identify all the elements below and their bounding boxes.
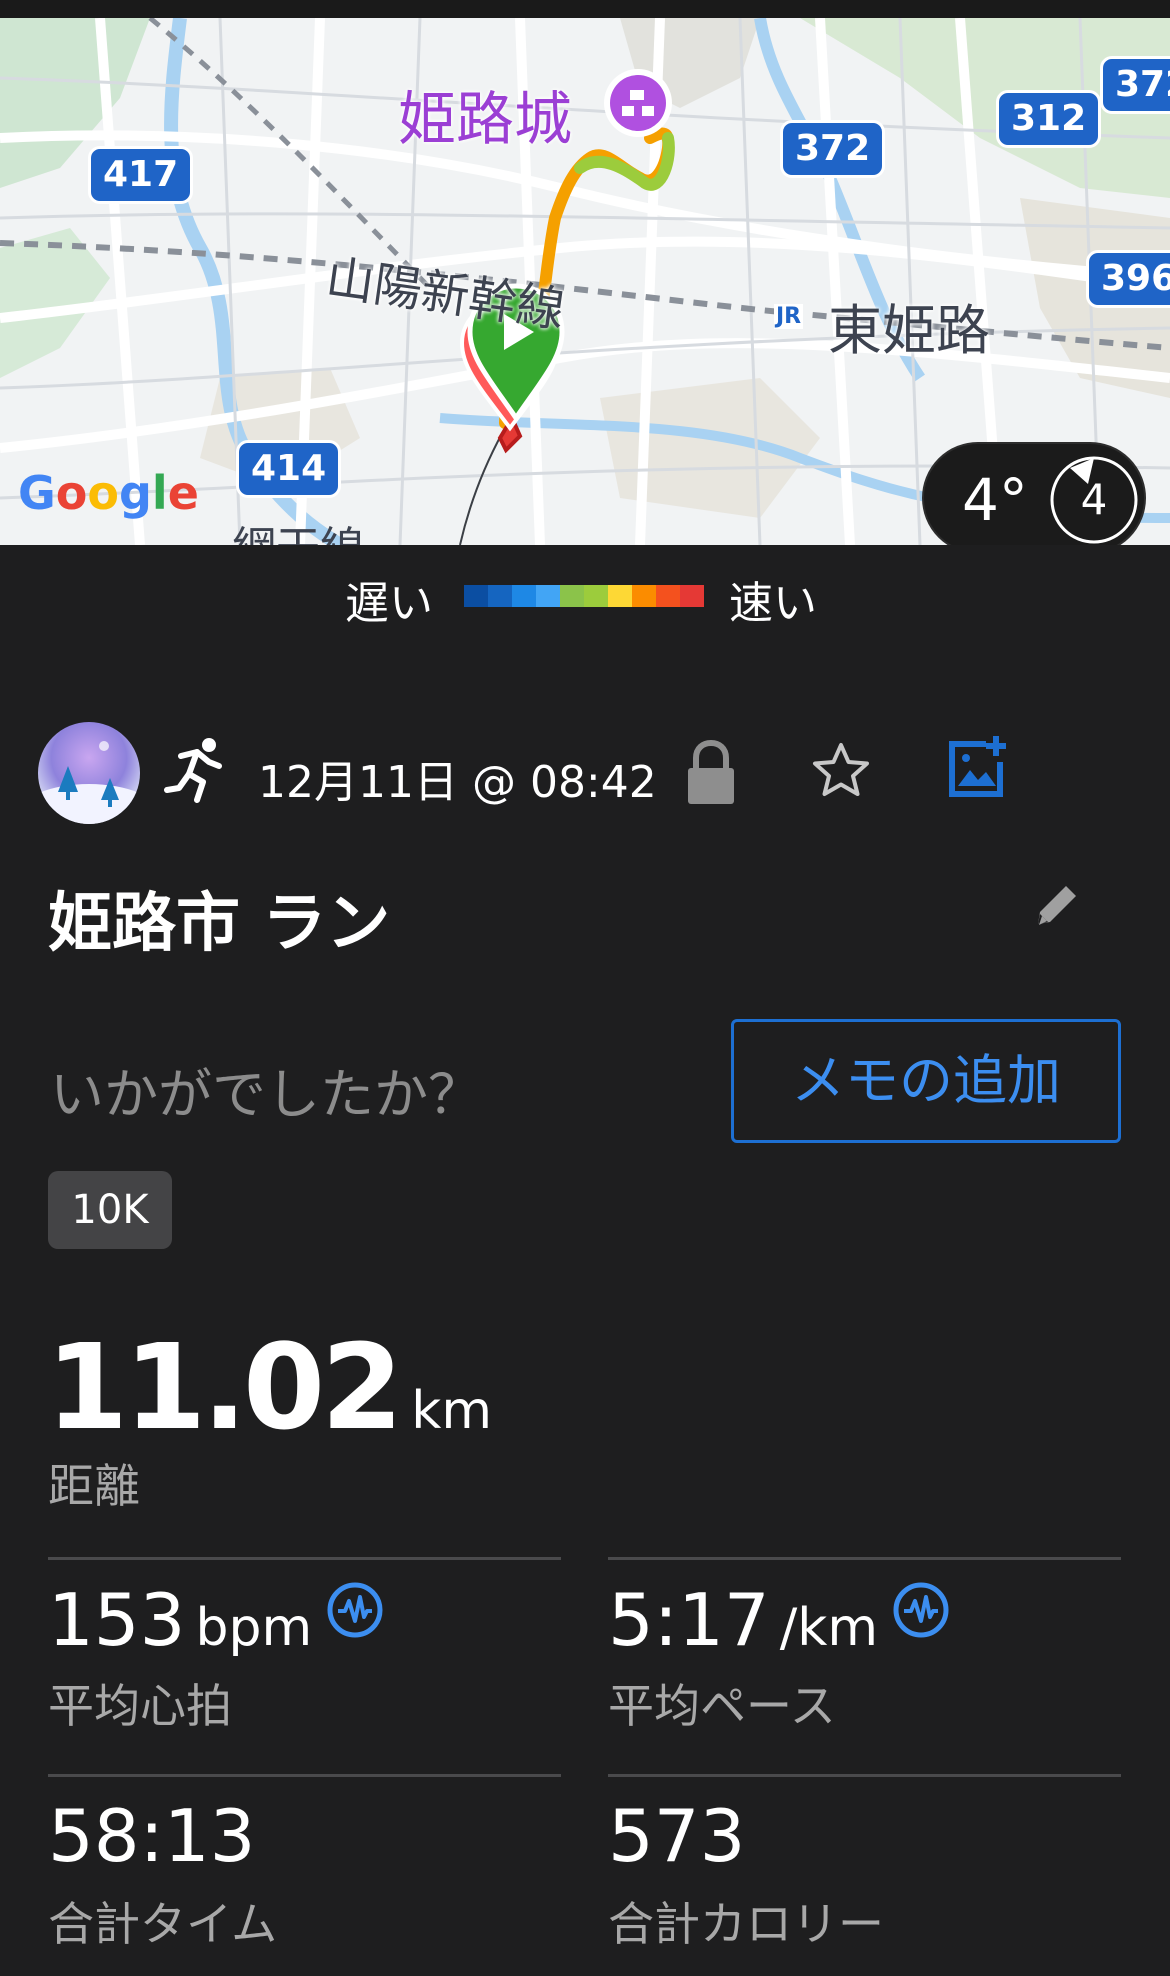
legend-color-swatch [560,585,584,607]
total-time-stat: 58:13 [48,1794,256,1878]
status-bar [0,0,1170,18]
legend-fast-label: 速い [729,578,817,629]
legend-color-swatch [488,585,512,607]
pace-stat[interactable]: 5:17/km [608,1578,950,1662]
heart-rate-label: 平均心拍 [48,1679,232,1733]
add-memo-button[interactable]: メモの追加 [731,1019,1121,1143]
weather-badge[interactable]: 4° 4 [922,442,1146,545]
pace-unit: /km [779,1598,878,1658]
divider [48,1557,561,1560]
distance-unit: km [411,1381,493,1441]
heart-rate-unit: bpm [195,1598,313,1658]
castle-label: 姫路城 [398,85,573,153]
legend-color-swatch [632,585,656,607]
jr-icon: JR [774,304,804,329]
total-time-label: 合計タイム [48,1897,278,1951]
wind-dial: 4 [1048,454,1140,545]
legend-color-swatch [656,585,680,607]
google-logo: Google [18,466,199,520]
route-shield-396: 396 [1086,250,1170,308]
activity-tag[interactable]: 10K [48,1171,172,1249]
distance-label: 距離 [48,1459,140,1513]
legend-color-swatch [680,585,704,607]
total-time-value: 58:13 [48,1794,256,1878]
divider [48,1774,561,1777]
legend-color-swatch [512,585,536,607]
temperature-value: 4° [962,466,1028,534]
pace-graph-icon[interactable] [892,1581,950,1643]
route-shield-414: 414 [236,440,342,498]
legend-color-swatch [608,585,632,607]
distance-value: 11.02 [46,1318,403,1456]
distance-stat: 11.02 km [46,1318,492,1456]
heart-rate-stat[interactable]: 153 bpm [48,1578,384,1662]
wind-speed-value: 4 [1080,475,1108,524]
route-shield-372-edge: 372 [1100,56,1170,114]
heart-rate-graph-icon[interactable] [326,1581,384,1643]
activity-title: 姫路市 ラン [48,887,391,961]
partial-line-label: 網干線 [232,512,364,545]
star-icon[interactable] [810,740,872,806]
lock-icon[interactable] [684,739,738,810]
heart-rate-value: 153 [48,1578,186,1662]
route-shield-312: 312 [996,90,1102,148]
pace-legend: 遅い 速い [0,545,1170,645]
feedback-prompt: いかがでしたか？ [50,1063,482,1126]
calories-value: 573 [608,1794,746,1878]
route-shield-417: 417 [88,146,194,204]
station-label: 東姫路 [828,299,990,362]
calories-stat: 573 [608,1794,745,1878]
route-shield-372: 372 [780,120,886,178]
edit-pencil-icon[interactable] [1030,880,1082,936]
legend-color-swatch [536,585,560,607]
legend-color-swatch [584,585,608,607]
calories-label: 合計カロリー [608,1897,884,1951]
pace-value: 5:17 [608,1578,770,1662]
activity-date: 12月11日 @ 08:42 [258,757,657,808]
route-map[interactable]: 姫路城 山陽新幹線 東姫路 JR 網干線 417 414 372 312 372… [0,18,1170,545]
legend-color-bar [464,585,704,607]
legend-color-swatch [464,585,488,607]
pace-label: 平均ペース [608,1679,836,1733]
activity-header: 12月11日 @ 08:42 [0,718,1170,828]
divider [608,1557,1121,1560]
avatar[interactable] [38,722,140,824]
divider [608,1774,1121,1777]
winter-scene-icon [38,741,140,824]
add-photo-icon[interactable] [944,734,1010,804]
legend-slow-label: 遅い [345,578,433,629]
running-activity-icon [163,736,227,808]
